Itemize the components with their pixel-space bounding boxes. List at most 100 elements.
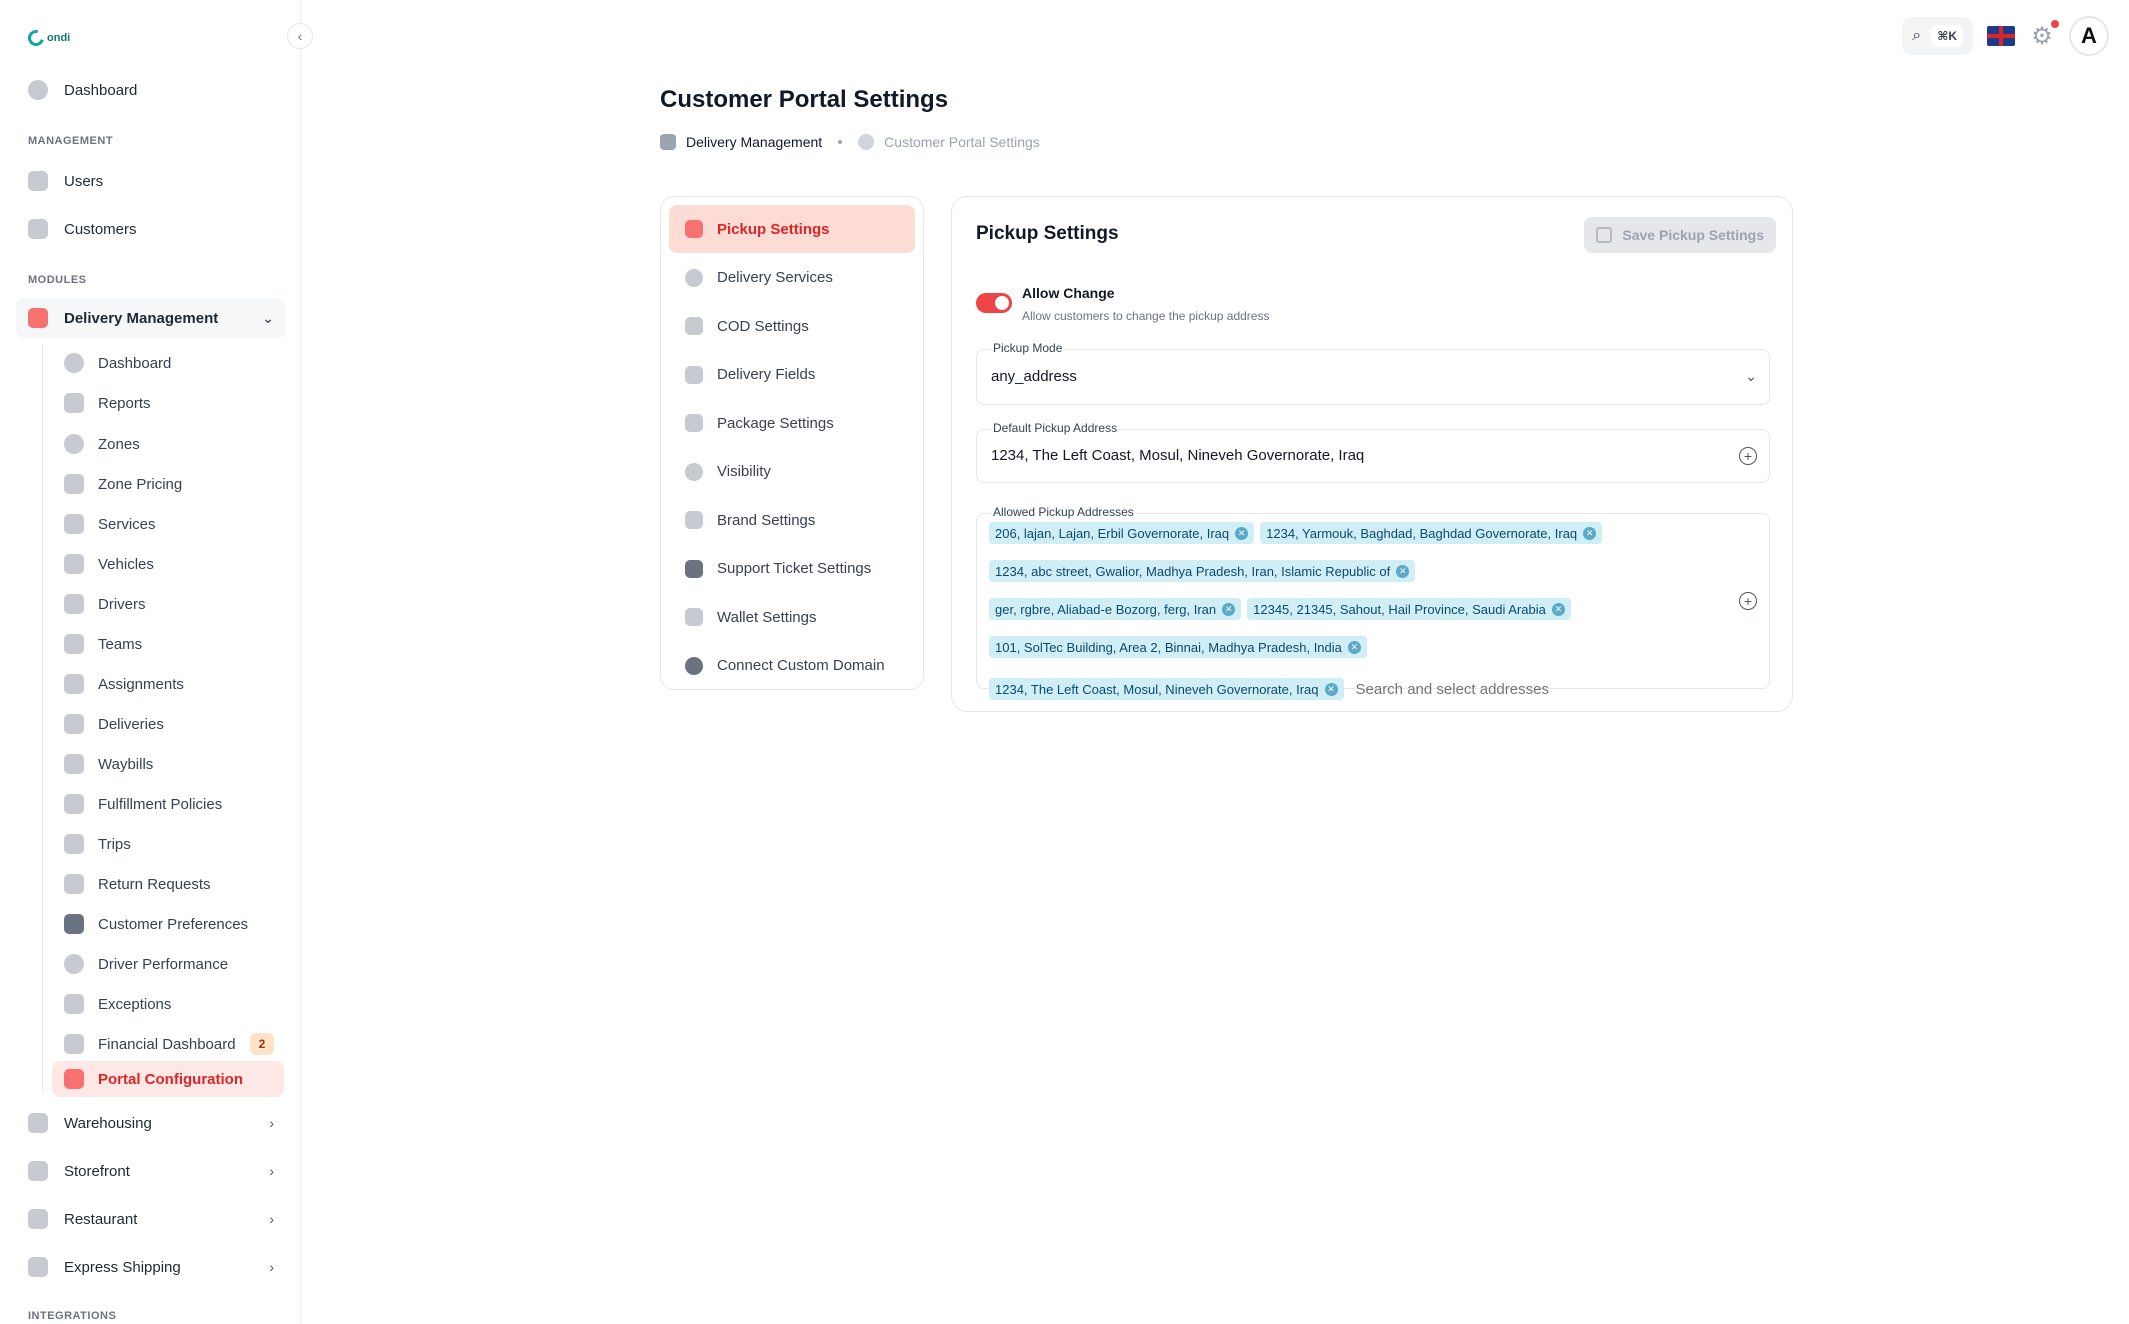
- sidebar-subitem-zones[interactable]: Zones: [52, 426, 284, 462]
- add-circle-icon[interactable]: +: [1739, 447, 1757, 465]
- sidebar-collapse-button[interactable]: ‹: [287, 23, 313, 49]
- sidebar-subitem-zone-pricing[interactable]: Zone Pricing: [52, 466, 284, 502]
- remove-chip-icon[interactable]: ✕: [1347, 640, 1361, 654]
- dashboard-icon: [64, 353, 84, 373]
- sidebar-subitem-portal-configuration[interactable]: Portal Configuration: [52, 1061, 284, 1097]
- allowed-pickup-addresses-field[interactable]: Allowed Pickup Addresses 206, lajan, Laj…: [976, 505, 1770, 700]
- package-icon: [685, 414, 703, 432]
- default-pickup-address-field[interactable]: Default Pickup Address 1234, The Left Co…: [976, 421, 1770, 483]
- settings-menu-cod[interactable]: COD Settings: [669, 302, 915, 350]
- pickup-mode-select[interactable]: Pickup Mode any_address ⌄: [976, 341, 1770, 405]
- submenu-guide-line: [42, 344, 43, 1090]
- sidebar-subitem-teams[interactable]: Teams: [52, 626, 284, 662]
- cash-icon: [685, 317, 703, 335]
- gauge-icon: [64, 954, 84, 974]
- sidebar-subitem-drivers[interactable]: Drivers: [52, 586, 284, 622]
- sidebar-subitem-fulfillment-policies[interactable]: Fulfillment Policies: [52, 786, 284, 822]
- sliders-icon: [64, 914, 84, 934]
- sidebar-subitem-driver-performance[interactable]: Driver Performance: [52, 946, 284, 982]
- fields-icon: [685, 365, 703, 384]
- sidebar-subitem-dashboard[interactable]: Dashboard: [52, 345, 284, 381]
- sidebar-subitem-trips[interactable]: Trips: [52, 826, 284, 862]
- add-circle-icon[interactable]: +: [1739, 592, 1757, 610]
- restaurant-icon: [28, 1209, 48, 1229]
- panel-title: Pickup Settings: [976, 223, 1119, 244]
- remove-chip-icon[interactable]: ✕: [1396, 564, 1410, 578]
- address-search-input[interactable]: [1355, 678, 1576, 700]
- ticket-icon: [685, 559, 703, 578]
- sidebar-subitem-customer-preferences[interactable]: Customer Preferences: [52, 906, 284, 942]
- sidebar-subitem-reports[interactable]: Reports: [52, 385, 284, 421]
- sidebar-subitem-return-requests[interactable]: Return Requests: [52, 866, 284, 902]
- remove-chip-icon[interactable]: ✕: [1324, 682, 1338, 696]
- sidebar-subitem-assignments[interactable]: Assignments: [52, 666, 284, 702]
- language-flag-icon[interactable]: [1987, 26, 2015, 46]
- settings-menu-brand[interactable]: Brand Settings: [669, 496, 915, 544]
- sidebar-item-label: Storefront: [64, 1162, 130, 1180]
- sidebar-subitem-waybills[interactable]: Waybills: [52, 746, 284, 782]
- chevron-left-icon: ‹: [297, 28, 303, 44]
- sidebar-subitem-financial-dashboard[interactable]: Financial Dashboard 2: [52, 1026, 284, 1062]
- settings-menu-support-ticket[interactable]: Support Ticket Settings: [669, 545, 915, 593]
- sidebar-subitem-vehicles[interactable]: Vehicles: [52, 546, 284, 582]
- sidebar-item-dashboard[interactable]: Dashboard: [16, 70, 286, 110]
- search-button[interactable]: ⌕ ⌘K: [1902, 17, 1973, 55]
- save-icon: [1596, 227, 1613, 243]
- settings-menu-pickup[interactable]: Pickup Settings: [669, 205, 915, 253]
- address-chip: 101, SolTec Building, Area 2, Binnai, Ma…: [989, 636, 1367, 658]
- wrench-icon: [64, 1069, 84, 1089]
- section-label-modules: MODULES: [28, 274, 87, 286]
- settings-menu-delivery-services[interactable]: Delivery Services: [669, 254, 915, 302]
- settings-menu-wallet[interactable]: Wallet Settings: [669, 593, 915, 641]
- sidebar-subitem-services[interactable]: Services: [52, 506, 284, 542]
- logo[interactable]: ondi: [25, 27, 70, 49]
- settings-menu-package[interactable]: Package Settings: [669, 399, 915, 447]
- breadcrumb-current: Customer Portal Settings: [884, 134, 1040, 150]
- topbar: ⌕ ⌘K ⚙ A: [1902, 16, 2109, 56]
- sidebar-item-express-shipping[interactable]: Express Shipping ›: [16, 1247, 286, 1287]
- sidebar-item-storefront[interactable]: Storefront ›: [16, 1151, 286, 1191]
- sidebar-subitem-label: Driver Performance: [98, 955, 229, 973]
- sidebar-item-restaurant[interactable]: Restaurant ›: [16, 1199, 286, 1239]
- sidebar-subitem-label: Zones: [98, 435, 140, 453]
- sidebar-subitem-label: Customer Preferences: [98, 915, 249, 933]
- settings-menu-label: Package Settings: [717, 414, 834, 432]
- sidebar-subitem-exceptions[interactable]: Exceptions: [52, 986, 284, 1022]
- finance-icon: [64, 1034, 84, 1054]
- remove-chip-icon[interactable]: ✕: [1551, 602, 1565, 616]
- sidebar-item-label: Dashboard: [64, 81, 138, 99]
- policy-icon: [64, 794, 84, 814]
- domain-icon: [685, 656, 703, 675]
- pickup-mode-label: Pickup Mode: [991, 341, 1065, 355]
- sidebar-subitem-label: Deliveries: [98, 715, 164, 733]
- settings-button[interactable]: ⚙: [2029, 19, 2059, 51]
- save-pickup-settings-button[interactable]: Save Pickup Settings: [1584, 217, 1776, 253]
- address-chip: 1234, The Left Coast, Mosul, Nineveh Gov…: [989, 678, 1344, 700]
- sidebar-item-customers[interactable]: Customers: [16, 209, 286, 249]
- warning-icon: [64, 994, 84, 1014]
- sidebar-item-label: Warehousing: [64, 1114, 152, 1132]
- sidebar-item-users[interactable]: Users: [16, 161, 286, 201]
- remove-chip-icon[interactable]: ✕: [1235, 526, 1249, 540]
- settings-menu-visibility[interactable]: Visibility: [669, 448, 915, 496]
- assignments-icon: [64, 674, 84, 694]
- breadcrumb-link[interactable]: Delivery Management: [686, 134, 822, 150]
- allow-change-toggle[interactable]: [976, 293, 1012, 313]
- avatar[interactable]: A: [2069, 16, 2109, 56]
- remove-chip-icon[interactable]: ✕: [1222, 602, 1236, 616]
- settings-menu-custom-domain[interactable]: Connect Custom Domain: [669, 642, 915, 690]
- sidebar-subitem-label: Fulfillment Policies: [98, 795, 223, 813]
- sidebar-subitem-deliveries[interactable]: Deliveries: [52, 706, 284, 742]
- remove-chip-icon[interactable]: ✕: [1583, 526, 1597, 540]
- allowed-pickup-addresses-label: Allowed Pickup Addresses: [991, 505, 1136, 519]
- warehouse-icon: [28, 1113, 48, 1133]
- sidebar-subitem-label: Zone Pricing: [98, 475, 183, 493]
- sidebar-item-delivery-management[interactable]: Delivery Management ⌄: [16, 298, 286, 338]
- globe-icon: [685, 268, 703, 287]
- address-chip: 1234, abc street, Gwalior, Madhya Prades…: [989, 560, 1416, 582]
- sidebar-subitem-label: Teams: [98, 635, 143, 653]
- chevron-down-icon: ⌄: [262, 309, 274, 326]
- sidebar-item-warehousing[interactable]: Warehousing ›: [16, 1103, 286, 1143]
- allow-change-help: Allow customers to change the pickup add…: [1022, 309, 1270, 323]
- settings-menu-delivery-fields[interactable]: Delivery Fields: [669, 351, 915, 399]
